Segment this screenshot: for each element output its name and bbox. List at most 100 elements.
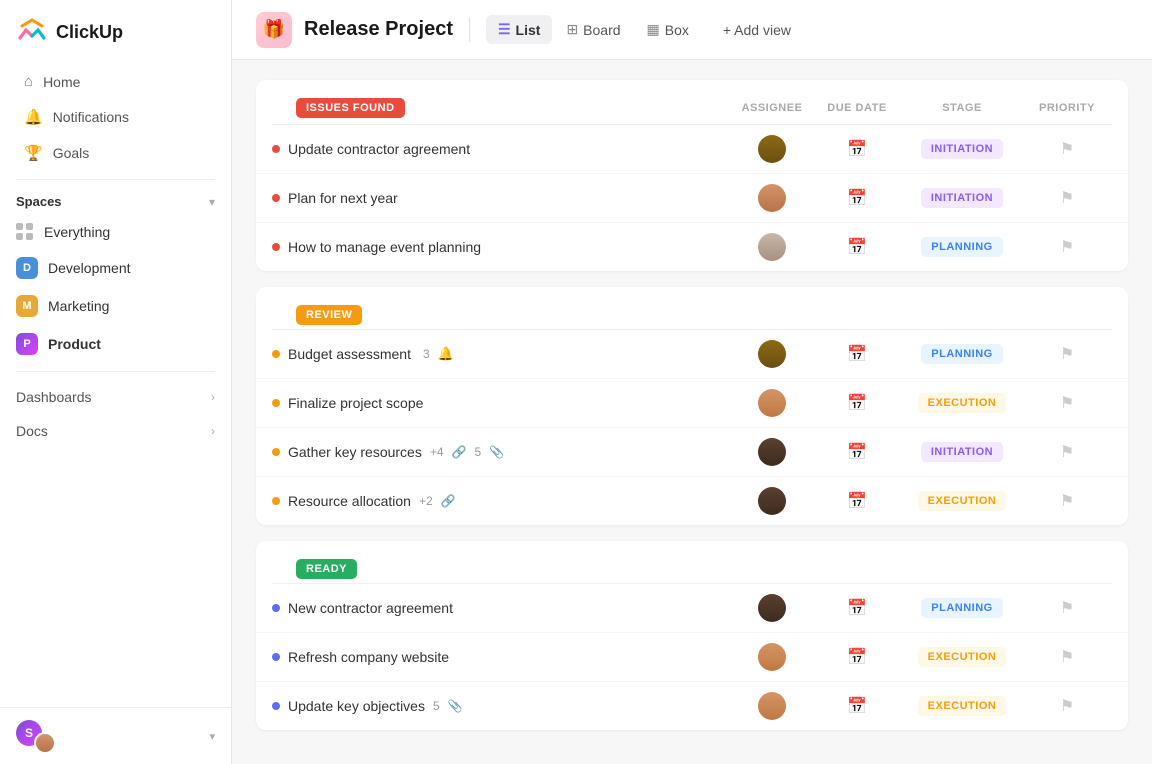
stage-badge-initiation: INITIATION <box>921 442 1003 462</box>
chevron-right-docs-icon: › <box>211 424 215 438</box>
clickup-logo-icon <box>16 16 48 48</box>
calendar-icon[interactable]: 📅 <box>847 237 867 257</box>
task-name: Budget assessment <box>288 346 411 362</box>
topbar-divider <box>469 18 470 42</box>
task-name: Plan for next year <box>288 190 398 206</box>
sidebar-item-label-marketing: Marketing <box>48 298 109 314</box>
bell-icon: 🔔 <box>24 108 43 126</box>
logo[interactable]: ClickUp <box>0 0 231 60</box>
avatar <box>758 389 786 417</box>
task-row[interactable]: Resource allocation +2 🔗 📅 EXECUTION ⚑ <box>256 477 1128 525</box>
calendar-icon[interactable]: 📅 <box>847 491 867 511</box>
sidebar-item-docs[interactable]: Docs › <box>0 414 231 448</box>
task-count-2: 5 <box>474 445 481 459</box>
calendar-icon[interactable]: 📅 <box>847 442 867 462</box>
task-row[interactable]: Refresh company website 📅 EXECUTION ⚑ <box>256 633 1128 682</box>
task-count: 3 <box>423 347 430 361</box>
flag-icon[interactable]: ⚑ <box>1060 188 1074 208</box>
stage-badge-execution: EXECUTION <box>918 491 1007 511</box>
task-row[interactable]: Update contractor agreement 📅 INITIATION… <box>256 125 1128 174</box>
task-name: Resource allocation <box>288 493 411 509</box>
calendar-icon[interactable]: 📅 <box>847 139 867 159</box>
list-tab-icon: ☰ <box>498 21 511 38</box>
sidebar-item-notifications[interactable]: 🔔 Notifications <box>8 99 223 135</box>
col-header-stage: STAGE <box>902 102 1022 114</box>
link-icon: 🔗 <box>452 445 467 459</box>
calendar-icon[interactable]: 📅 <box>847 393 867 413</box>
flag-icon[interactable]: ⚑ <box>1060 237 1074 257</box>
dashboards-label: Dashboards <box>16 389 92 405</box>
logo-text: ClickUp <box>56 22 123 43</box>
tab-list[interactable]: ☰ List <box>486 15 552 44</box>
sidebar-item-product[interactable]: P Product <box>0 325 231 363</box>
board-tab-label: Board <box>583 22 620 38</box>
flag-icon[interactable]: ⚑ <box>1060 598 1074 618</box>
tab-board[interactable]: ⊞ Board <box>554 15 632 44</box>
flag-icon[interactable]: ⚑ <box>1060 647 1074 667</box>
task-dot <box>272 145 280 153</box>
stage-badge-execution: EXECUTION <box>918 696 1007 716</box>
task-name: Update contractor agreement <box>288 141 470 157</box>
task-dot <box>272 702 280 710</box>
chevron-down-icon: ▾ <box>209 195 215 209</box>
add-view-label: + Add view <box>723 22 791 38</box>
task-dot <box>272 653 280 661</box>
content-area: ISSUES FOUND ASSIGNEE DUE DATE STAGE PRI… <box>232 60 1152 764</box>
sidebar-item-development[interactable]: D Development <box>0 249 231 287</box>
user-area[interactable]: S ▾ <box>0 707 231 764</box>
task-row[interactable]: Gather key resources +4 🔗 5 📎 📅 INITIATI… <box>256 428 1128 477</box>
flag-icon[interactable]: ⚑ <box>1060 696 1074 716</box>
flag-icon[interactable]: ⚑ <box>1060 139 1074 159</box>
task-row[interactable]: How to manage event planning 📅 PLANNING … <box>256 223 1128 271</box>
task-dot <box>272 604 280 612</box>
sidebar-item-label-product: Product <box>48 336 101 352</box>
main-content: 🎁 Release Project ☰ List ⊞ Board ▦ Box +… <box>232 0 1152 764</box>
task-name: New contractor agreement <box>288 600 453 616</box>
flag-icon[interactable]: ⚑ <box>1060 393 1074 413</box>
calendar-icon[interactable]: 📅 <box>847 696 867 716</box>
add-view-button[interactable]: + Add view <box>713 16 801 44</box>
task-row[interactable]: Plan for next year 📅 INITIATION ⚑ <box>256 174 1128 223</box>
spaces-header[interactable]: Spaces ▾ <box>0 184 231 215</box>
goals-label: Goals <box>53 145 90 161</box>
task-count: +4 <box>430 445 444 459</box>
marketing-badge: M <box>16 295 38 317</box>
tab-box[interactable]: ▦ Box <box>635 15 701 44</box>
box-tab-label: Box <box>665 22 689 38</box>
group-issues-found: ISSUES FOUND ASSIGNEE DUE DATE STAGE PRI… <box>256 80 1128 271</box>
project-title: Release Project <box>304 18 453 41</box>
sidebar-item-marketing[interactable]: M Marketing <box>0 287 231 325</box>
attachment-icon: 📎 <box>448 699 463 713</box>
task-name: Gather key resources <box>288 444 422 460</box>
stage-badge-planning: PLANNING <box>921 598 1002 618</box>
calendar-icon[interactable]: 📅 <box>847 598 867 618</box>
sidebar-item-dashboards[interactable]: Dashboards › <box>0 380 231 414</box>
task-dot <box>272 194 280 202</box>
sidebar-item-home[interactable]: ⌂ Home <box>8 64 223 99</box>
task-count: 5 <box>433 699 440 713</box>
task-row[interactable]: Finalize project scope 📅 EXECUTION ⚑ <box>256 379 1128 428</box>
calendar-icon[interactable]: 📅 <box>847 188 867 208</box>
goals-icon: 🏆 <box>24 144 43 162</box>
calendar-icon[interactable]: 📅 <box>847 647 867 667</box>
task-row[interactable]: Budget assessment 3 🔔 📅 PLANNING ⚑ <box>256 330 1128 379</box>
flag-icon[interactable]: ⚑ <box>1060 442 1074 462</box>
board-tab-icon: ⊞ <box>566 21 578 38</box>
avatar <box>758 438 786 466</box>
sidebar-item-everything[interactable]: Everything <box>0 215 231 249</box>
flag-icon[interactable]: ⚑ <box>1060 491 1074 511</box>
list-tab-label: List <box>516 22 541 38</box>
group-review: REVIEW Budget assessment 3 🔔 <box>256 287 1128 525</box>
everything-icon <box>16 223 34 241</box>
calendar-icon[interactable]: 📅 <box>847 344 867 364</box>
sidebar-item-goals[interactable]: 🏆 Goals <box>8 135 223 171</box>
task-row[interactable]: Update key objectives 5 📎 📅 EXECUTION ⚑ <box>256 682 1128 730</box>
avatar <box>758 594 786 622</box>
box-tab-icon: ▦ <box>647 21 660 38</box>
task-row[interactable]: New contractor agreement 📅 PLANNING ⚑ <box>256 584 1128 633</box>
stage-badge-execution: EXECUTION <box>918 393 1007 413</box>
col-header-due-date: DUE DATE <box>812 102 902 114</box>
flag-icon[interactable]: ⚑ <box>1060 344 1074 364</box>
stage-badge-execution: EXECUTION <box>918 647 1007 667</box>
home-icon: ⌂ <box>24 73 33 90</box>
